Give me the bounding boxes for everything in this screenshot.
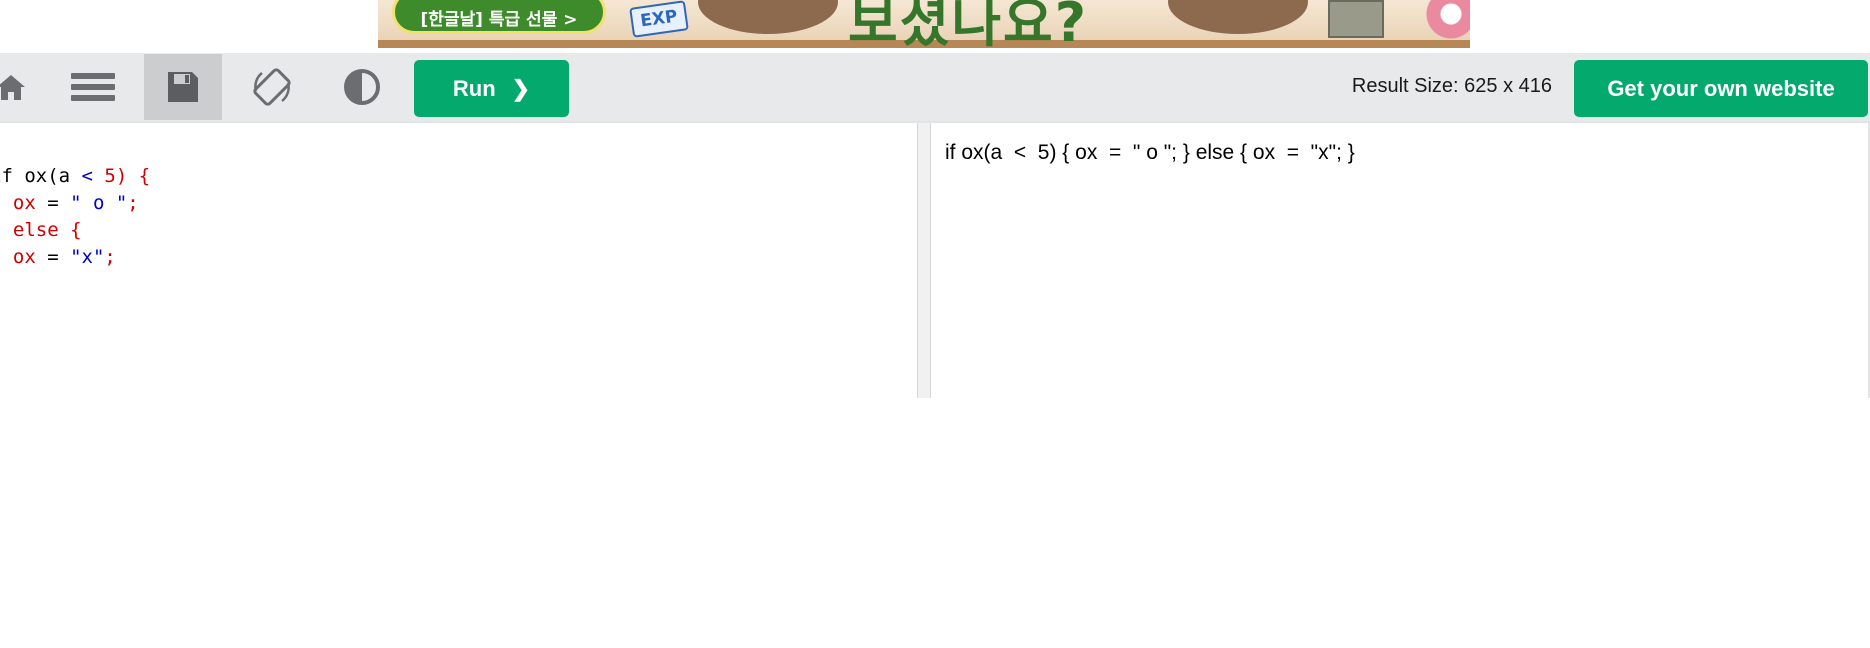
code-token: } <box>0 273 1 295</box>
code-content[interactable]: if ox(a < 5) { ox = " o ";} else { ox = … <box>0 163 150 298</box>
ad-headline: 보셨나요? <box>848 0 1089 48</box>
code-line: } <box>0 271 150 298</box>
result-size-label: Result Size: 625 x 416 <box>1351 75 1552 97</box>
run-button[interactable]: Run ❯ <box>414 60 569 117</box>
ad-book-image <box>1328 0 1384 38</box>
toolbar: Run ❯ Result Size: 625 x 416 Get your ow… <box>0 53 1870 121</box>
ad-promo-button[interactable]: [한글날] 특급 선물 > <box>392 0 606 34</box>
ad-speech-bubble-right <box>1168 0 1308 34</box>
code-token: ox <box>12 192 36 214</box>
menu-button[interactable] <box>54 54 132 120</box>
code-token: } else { <box>0 219 82 241</box>
rotate-layout-button[interactable] <box>233 54 311 120</box>
pane-resize-handle[interactable] <box>917 123 931 398</box>
code-token: ox <box>12 246 36 268</box>
code-token: < <box>81 165 93 187</box>
contrast-button[interactable] <box>323 54 401 120</box>
contrast-icon <box>342 67 382 107</box>
run-label: Run <box>452 75 496 101</box>
rotate-icon <box>250 65 294 109</box>
ad-banner[interactable]: [한글날] 특급 선물 > EXP 보셨나요? <box>378 0 1470 48</box>
ad-speech-bubble-left <box>698 0 838 34</box>
ad-flower-image <box>1426 0 1470 40</box>
code-token: if ox(a <box>0 165 71 187</box>
chevron-right-icon: ❯ <box>511 75 531 101</box>
result-pane: if ox(a < 5) { ox = " o "; } else { ox =… <box>931 123 1870 398</box>
save-button[interactable] <box>144 54 222 120</box>
save-icon <box>166 70 200 104</box>
code-token: " o " <box>70 192 128 214</box>
code-token: 5) { <box>92 165 151 187</box>
result-output: if ox(a < 5) { ox = " o "; } else { ox =… <box>945 141 1355 164</box>
code-line: ox = " o "; <box>0 190 150 217</box>
home-icon <box>0 69 29 105</box>
menu-icon <box>71 69 115 105</box>
code-editor[interactable]: if ox(a < 5) { ox = " o ";} else { ox = … <box>0 123 917 398</box>
code-line: ox = "x"; <box>0 244 150 271</box>
code-token: ; <box>104 246 116 268</box>
ad-exp-badge: EXP <box>629 0 689 38</box>
code-token: "x" <box>70 246 105 268</box>
code-token: ; <box>127 192 139 214</box>
code-line: } else { <box>0 217 150 244</box>
home-button[interactable] <box>0 54 50 120</box>
code-token: = <box>35 246 71 268</box>
get-your-own-website-button[interactable]: Get your own website <box>1574 60 1868 117</box>
code-token: = <box>35 192 71 214</box>
code-line: if ox(a < 5) { <box>0 163 150 190</box>
